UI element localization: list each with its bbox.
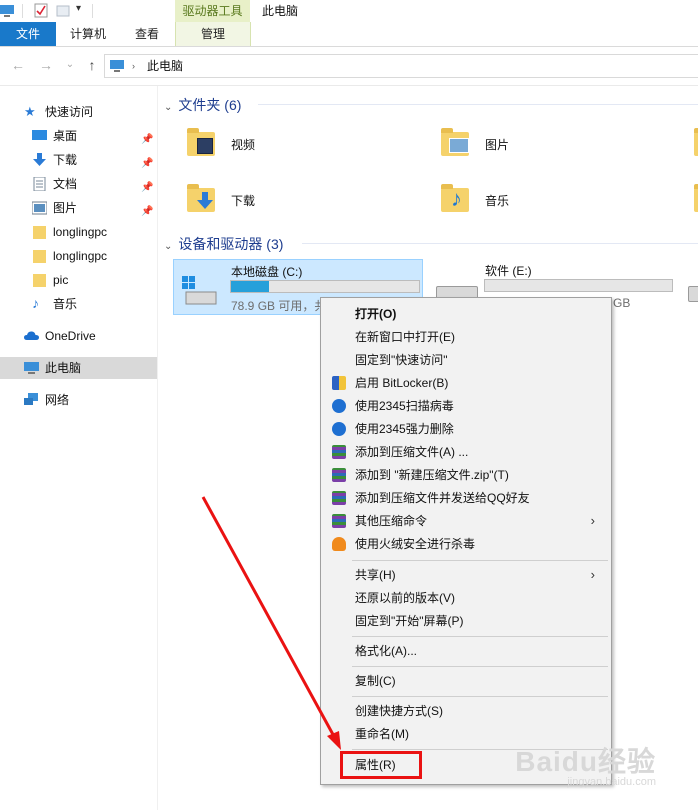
baidu-watermark: Baidu经验 — [515, 746, 656, 777]
properties-highlight-box — [340, 751, 422, 779]
annotation-arrow — [201, 496, 341, 750]
baidu-watermark-url: jingyan.baidu.com — [567, 776, 656, 788]
